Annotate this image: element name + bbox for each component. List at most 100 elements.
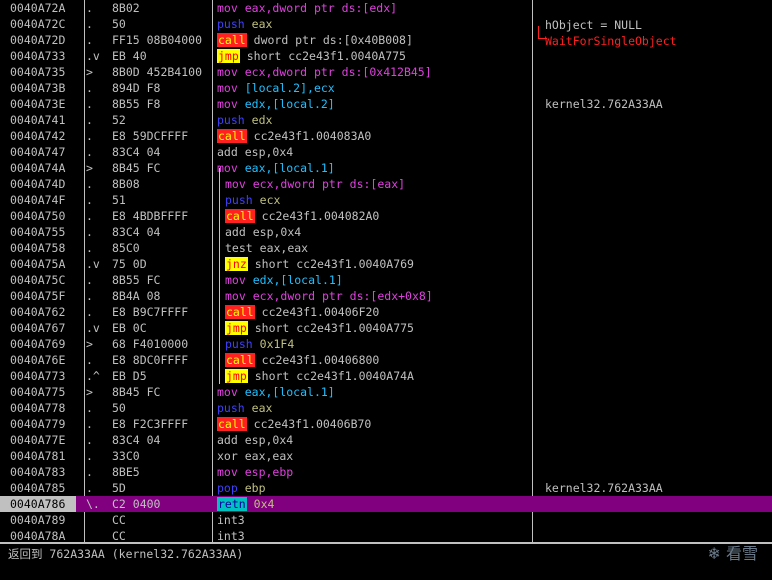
flow-marker: . — [86, 433, 93, 447]
instruction-row[interactable]: 0040A735 >8B0D 452B4100 mov ecx,dword ptr … — [0, 64, 772, 80]
flow-marker: . — [86, 177, 93, 191]
instruction-row[interactable]: 0040A767 .v EB 0C jmp short cc2e43f1.0040A7… — [0, 320, 772, 336]
status-text: 返回到 762A33AA (kernel32.762A33AA) — [8, 547, 244, 561]
instruction-bytes: E8 8DC0FFFF — [112, 353, 189, 367]
instruction-list: 0040A72A. 8B02 mov eax,dword ptr ds:[edx] 0… — [0, 0, 772, 542]
instruction-row[interactable]: 0040A762. E8 B9C7FFFF call cc2e43f1.00406F… — [0, 304, 772, 320]
mnemonic: mov — [217, 465, 238, 479]
instruction-bytes: 8BE5 — [112, 465, 140, 479]
instruction-text: mov esp,ebp — [217, 464, 531, 480]
instruction-row[interactable]: 0040A733 .v EB 40 jmp short cc2e43f1.0040A7… — [0, 48, 772, 64]
instruction-bytes: 8B45 FC — [112, 385, 161, 399]
instruction-row[interactable]: 0040A73B. 894D F8 mov [local.2],ecx — [0, 80, 772, 96]
instruction-row[interactable]: 0040A750. E8 4BDBFFFF call cc2e43f1.004082… — [0, 208, 772, 224]
instruction-bytes: E8 59DCFFFF — [112, 129, 189, 143]
instruction-text: test eax,eax — [217, 240, 539, 256]
instruction-text: mov eax,[local.1] — [217, 384, 531, 400]
instruction-row[interactable]: 0040A769 >68 F4010000 push 0x1F4 — [0, 336, 772, 352]
instruction-text: call cc2e43f1.00406800 — [217, 352, 539, 368]
mnemonic: push — [225, 337, 253, 351]
instruction-text: call cc2e43f1.00406B70 — [217, 416, 531, 432]
instruction-address: 0040A735 — [10, 65, 66, 79]
instruction-row[interactable]: 0040A72A. 8B02 mov eax,dword ptr ds:[edx] — [0, 0, 772, 16]
instruction-address: 0040A78A — [10, 529, 66, 542]
instruction-text: mov eax,dword ptr ds:[edx] — [217, 0, 531, 16]
instruction-row[interactable]: 0040A755. 83C4 04 add esp,0x4 — [0, 224, 772, 240]
instruction-text: add esp,0x4 — [217, 144, 531, 160]
operands: ecx — [259, 193, 281, 207]
instruction-row[interactable]: 0040A747. 83C4 04 add esp,0x4 — [0, 144, 772, 160]
instruction-row[interactable]: 0040A758. 85C0 test eax,eax — [0, 240, 772, 256]
instruction-text: jmp short cc2e43f1.0040A74A — [217, 368, 539, 384]
operands: 0x1F4 — [259, 337, 295, 351]
instruction-text: xor eax,eax — [217, 448, 531, 464]
loop-bracket — [219, 168, 220, 384]
mnemonic: int3 — [217, 529, 245, 542]
disassembly-pane[interactable]: 0040A72A. 8B02 mov eax,dword ptr ds:[edx] 0… — [0, 0, 772, 542]
instruction-bytes: CC — [112, 529, 126, 542]
instruction-address: 0040A733 — [10, 49, 66, 63]
instruction-row[interactable]: 0040A74A >8B45 FC mov eax,[local.1] — [0, 160, 772, 176]
instruction-text: mov edx,[local.1] — [217, 272, 539, 288]
flow-marker — [86, 512, 108, 528]
instruction-bytes: CC — [112, 513, 126, 527]
instruction-row[interactable]: 0040A779. E8 F2C3FFFF call cc2e43f1.00406B… — [0, 416, 772, 432]
instruction-text: retn 0x4 — [217, 496, 531, 512]
instruction-bytes: E8 4BDBFFFF — [112, 209, 189, 223]
mnemonic: call — [225, 209, 255, 223]
operands: esp,0x4 — [244, 145, 294, 159]
instruction-row[interactable]: 0040A76E. E8 8DC0FFFF call cc2e43f1.004068… — [0, 352, 772, 368]
flow-marker: . — [86, 1, 93, 15]
instruction-text: pop ebp — [217, 480, 531, 496]
operands: short cc2e43f1.0040A775 — [246, 49, 406, 63]
mnemonic: add — [217, 433, 238, 447]
instruction-bytes: 33C0 — [112, 449, 140, 463]
instruction-row[interactable]: 0040A741. 52 push edx — [0, 112, 772, 128]
instruction-address: 0040A74A — [10, 161, 66, 175]
mnemonic: mov — [217, 65, 238, 79]
instruction-bytes: 5D — [112, 481, 126, 495]
instruction-bytes: 8B55 FC — [112, 273, 161, 287]
instruction-bytes: 8B4A 08 — [112, 289, 161, 303]
instruction-row[interactable]: 0040A72C. 50 push eax — [0, 16, 772, 32]
mnemonic: mov — [225, 177, 246, 191]
instruction-row[interactable]: 0040A778. 50 push eax — [0, 400, 772, 416]
operands: cc2e43f1.004083A0 — [253, 129, 372, 143]
instruction-row[interactable]: 0040A789 CC int3 — [0, 512, 772, 528]
instruction-bytes: 83C4 04 — [112, 225, 161, 239]
instruction-text: int3 — [217, 528, 531, 542]
instruction-bytes: 8B45 FC — [112, 161, 161, 175]
kanxue-watermark: ❄ 看雪 — [707, 544, 759, 563]
instruction-address: 0040A72A — [10, 1, 66, 15]
instruction-text: mov ecx,dword ptr ds:[0x412B45] — [217, 64, 531, 80]
instruction-row[interactable]: 0040A742. E8 59DCFFFF call cc2e43f1.004083… — [0, 128, 772, 144]
instruction-row[interactable]: 0040A75F. 8B4A 08 mov ecx,dword ptr ds:[ed… — [0, 288, 772, 304]
instruction-address: 0040A786 — [0, 496, 76, 512]
operands: esp,ebp — [244, 465, 294, 479]
instruction-text: push eax — [217, 16, 531, 32]
instruction-row[interactable]: 0040A78A CC int3 — [0, 528, 772, 542]
instruction-address: 0040A742 — [10, 129, 66, 143]
mnemonic: mov — [225, 273, 246, 287]
instruction-row[interactable]: 0040A786 \. C2 0400 retn 0x4 — [0, 496, 772, 512]
instruction-text: add esp,0x4 — [217, 432, 531, 448]
instruction-address: 0040A785 — [10, 481, 66, 495]
instruction-row[interactable]: 0040A75C. 8B55 FC mov edx,[local.1] — [0, 272, 772, 288]
operands: edx,[local.2] — [244, 97, 335, 111]
operands: 0x4 — [253, 497, 275, 511]
instruction-bytes: 8B0D 452B4100 — [112, 65, 203, 79]
operands: eax — [251, 401, 273, 415]
instruction-row[interactable]: 0040A75A .v 75 0D jnz short cc2e43f1.0040A7… — [0, 256, 772, 272]
instruction-row[interactable]: 0040A781. 33C0 xor eax,eax — [0, 448, 772, 464]
instruction-row[interactable]: 0040A74D. 8B08 mov ecx,dword ptr ds:[eax] — [0, 176, 772, 192]
status-bar: 返回到 762A33AA (kernel32.762A33AA) — [0, 542, 772, 580]
instruction-row[interactable]: 0040A74F. 51 push ecx — [0, 192, 772, 208]
instruction-row[interactable]: 0040A773 .^ EB D5 jmp short cc2e43f1.0040A7… — [0, 368, 772, 384]
instruction-row[interactable]: 0040A775 >8B45 FC mov eax,[local.1] — [0, 384, 772, 400]
flow-marker: \. — [86, 497, 100, 511]
instruction-bytes: 51 — [112, 193, 126, 207]
instruction-row[interactable]: 0040A77E. 83C4 04 add esp,0x4 — [0, 432, 772, 448]
instruction-row[interactable]: 0040A785. 5D pop ebp kernel32.762A33AA — [0, 480, 772, 496]
instruction-row[interactable]: 0040A783. 8BE5 mov esp,ebp — [0, 464, 772, 480]
instruction-row[interactable]: 0040A73E. 8B55 F8 mov edx,[local.2] kernel3… — [0, 96, 772, 112]
